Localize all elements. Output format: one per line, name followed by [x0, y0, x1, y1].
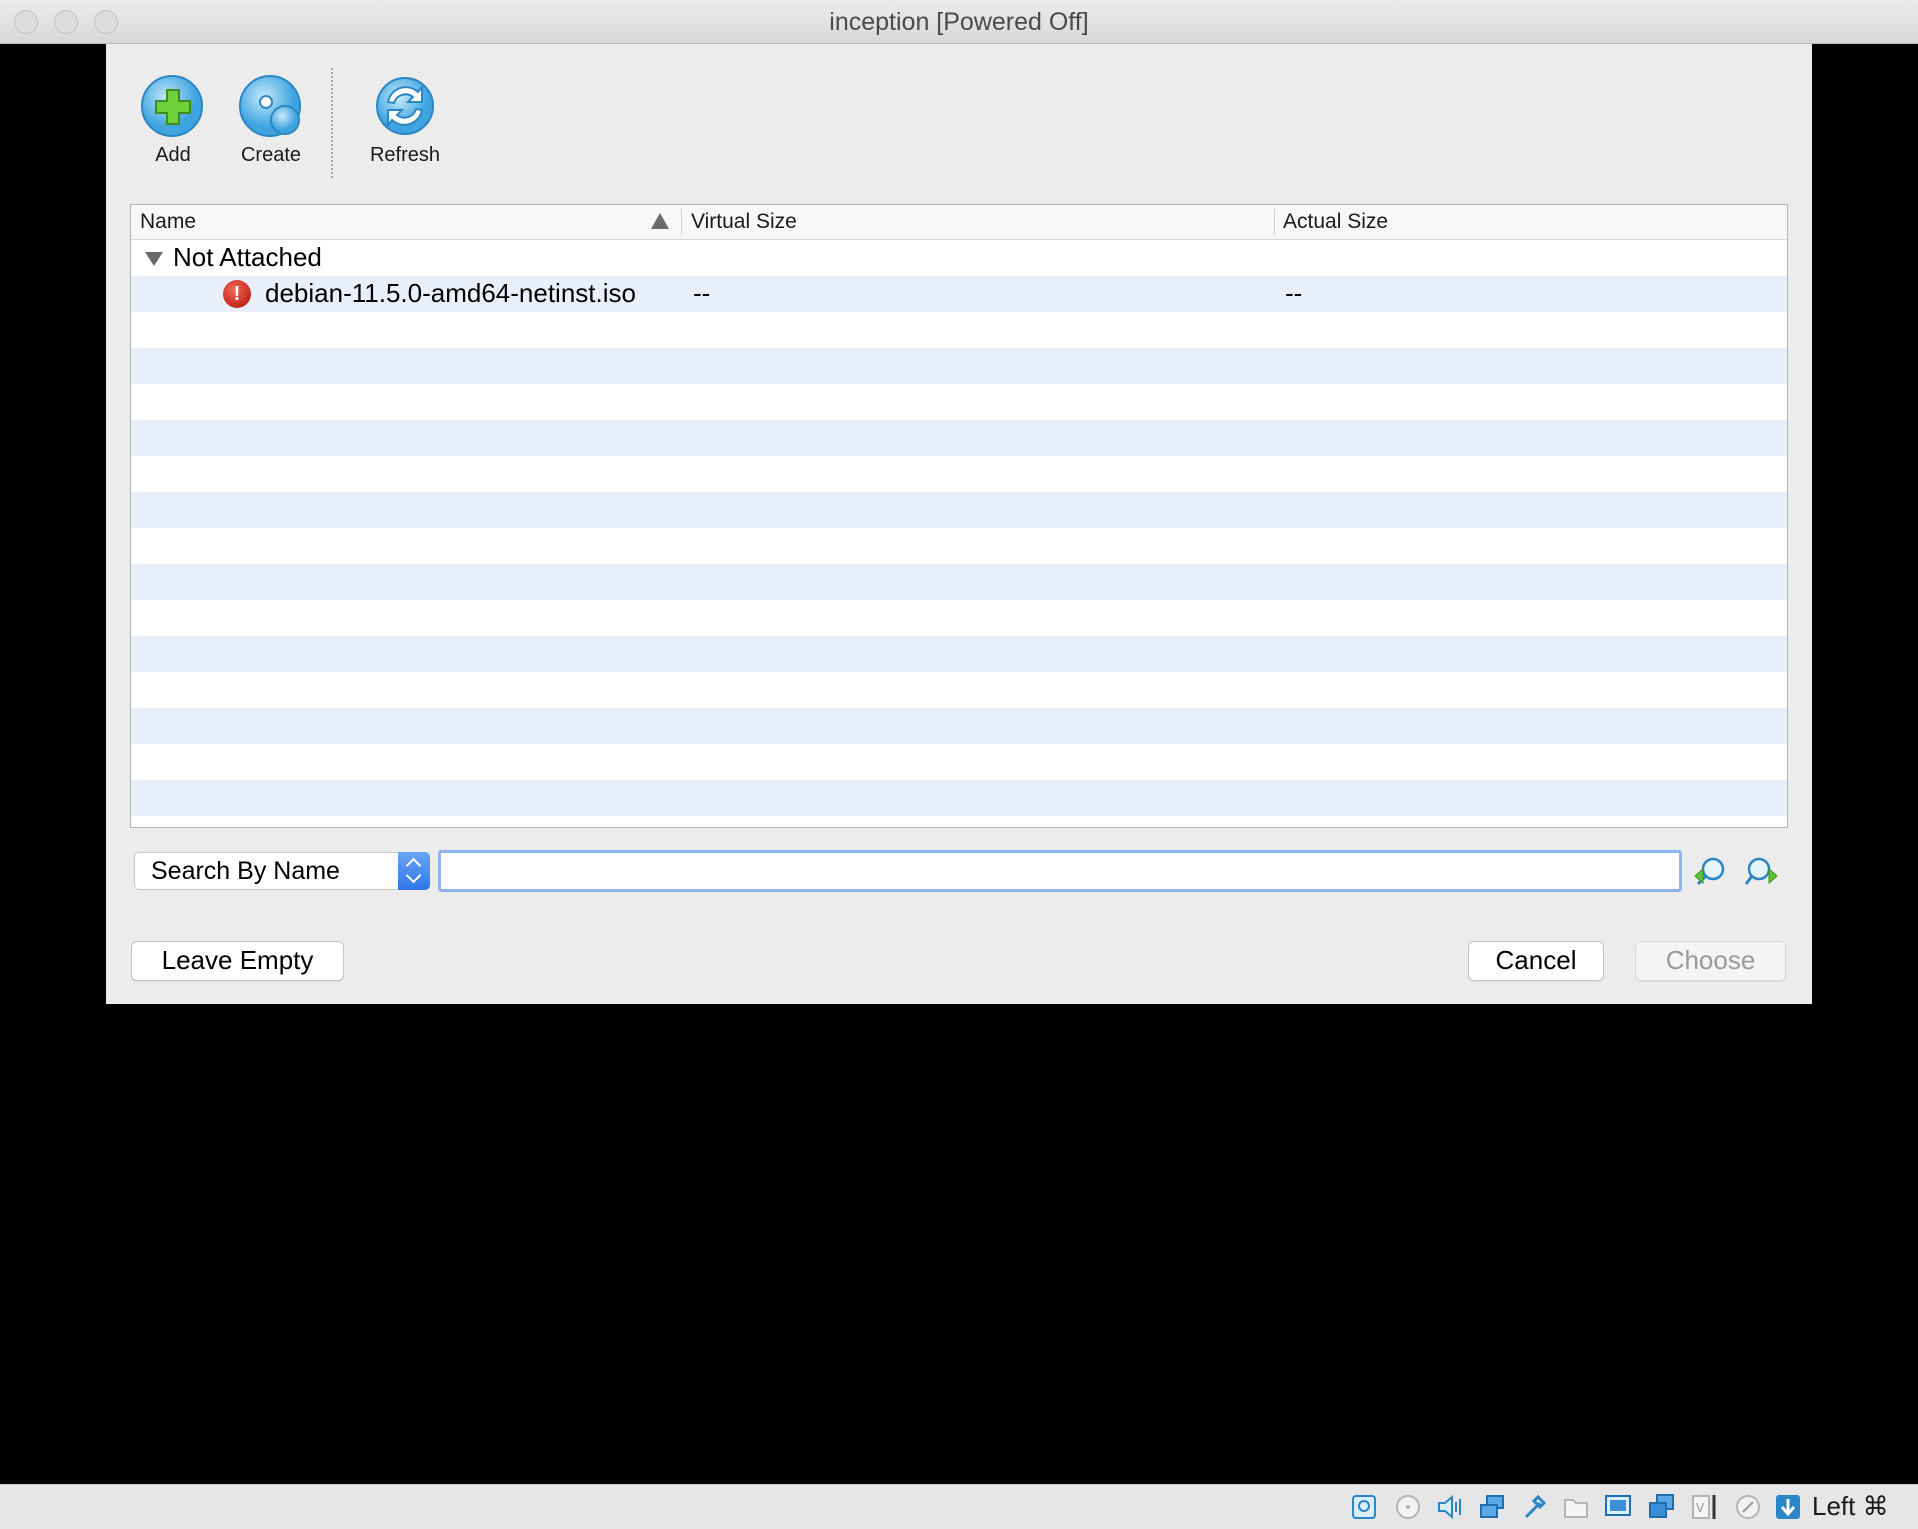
search-next-button[interactable]: [1744, 854, 1780, 890]
window-titlebar: inception [Powered Off]: [0, 0, 1918, 44]
mouse-integration-icon[interactable]: [1734, 1493, 1762, 1521]
keyboard-capture-icon[interactable]: [1774, 1493, 1802, 1521]
empty-row: [131, 492, 1787, 528]
add-button[interactable]: Add: [138, 72, 208, 167]
hard-disk-icon[interactable]: [1350, 1493, 1378, 1521]
empty-row: [131, 564, 1787, 600]
optical-drive-icon[interactable]: [1394, 1493, 1422, 1521]
window-title: inception [Powered Off]: [829, 8, 1089, 36]
search-input[interactable]: [438, 850, 1682, 892]
empty-row: [131, 420, 1787, 456]
medium-virtual-size: --: [693, 278, 711, 308]
empty-row: [131, 780, 1787, 816]
medium-selector-dialog: Add Create Refresh Name Virtual Size Act…: [106, 44, 1812, 1004]
error-icon: !: [223, 280, 251, 308]
refresh-button[interactable]: Refresh: [360, 72, 450, 167]
search-mode-select[interactable]: Search By Name: [134, 852, 430, 890]
group-row-not-attached[interactable]: Not Attached: [131, 240, 1787, 276]
empty-row: [131, 600, 1787, 636]
cpu-icon[interactable]: V: [1690, 1493, 1718, 1521]
media-table[interactable]: Name Virtual Size Actual Size Not Attach…: [130, 204, 1788, 828]
host-key-label: Left ⌘: [1812, 1491, 1889, 1521]
table-row[interactable]: ! debian-11.5.0-amd64-netinst.iso -- --: [131, 276, 1787, 312]
usb-icon[interactable]: [1520, 1493, 1548, 1521]
empty-row: [131, 456, 1787, 492]
display-icon[interactable]: [1604, 1493, 1632, 1521]
toolbar: Add Create Refresh: [106, 44, 1812, 194]
refresh-icon: [372, 72, 438, 138]
medium-actual-size: --: [1285, 278, 1303, 308]
column-header-name[interactable]: Name: [140, 210, 196, 234]
create-disk-icon: [238, 72, 304, 138]
audio-icon[interactable]: [1436, 1493, 1464, 1521]
search-next-icon: [1744, 857, 1778, 885]
table-body: Not Attached ! debian-11.5.0-amd64-netin…: [131, 240, 1787, 827]
group-label: Not Attached: [173, 242, 322, 272]
select-stepper-icon: [398, 852, 430, 890]
column-header-actual-size[interactable]: Actual Size: [1283, 210, 1388, 234]
medium-name: debian-11.5.0-amd64-netinst.iso: [265, 278, 636, 308]
create-label: Create: [240, 144, 302, 166]
disclosure-triangle-icon[interactable]: [145, 252, 163, 266]
search-mode-value: Search By Name: [151, 857, 340, 885]
empty-row: [131, 708, 1787, 744]
empty-row: [131, 348, 1787, 384]
create-button[interactable]: Create: [236, 72, 306, 167]
vm-status-bar: V Left ⌘: [0, 1484, 1918, 1529]
empty-row: [131, 672, 1787, 708]
toolbar-separator: [331, 68, 333, 178]
refresh-label: Refresh: [369, 144, 441, 166]
search-previous-icon: [1694, 857, 1725, 886]
search-previous-button[interactable]: [1692, 854, 1728, 890]
table-header: Name Virtual Size Actual Size: [131, 205, 1787, 240]
add-label: Add: [155, 144, 191, 166]
cancel-button[interactable]: Cancel: [1468, 941, 1604, 981]
column-header-virtual-size[interactable]: Virtual Size: [691, 210, 797, 234]
empty-row: [131, 528, 1787, 564]
empty-row: [131, 384, 1787, 420]
empty-row: [131, 816, 1787, 827]
empty-row: [131, 312, 1787, 348]
column-divider[interactable]: [681, 209, 682, 235]
empty-row: [131, 744, 1787, 780]
network-icon[interactable]: [1478, 1493, 1506, 1521]
column-divider[interactable]: [1274, 209, 1275, 235]
sort-ascending-icon: [651, 213, 669, 229]
svg-text:V: V: [1696, 1501, 1705, 1515]
shared-folders-icon[interactable]: [1562, 1493, 1590, 1521]
empty-row: [131, 636, 1787, 672]
add-disk-icon: [140, 72, 206, 138]
recording-icon[interactable]: [1648, 1493, 1676, 1521]
leave-empty-button[interactable]: Leave Empty: [131, 941, 344, 981]
choose-button[interactable]: Choose: [1635, 941, 1786, 981]
